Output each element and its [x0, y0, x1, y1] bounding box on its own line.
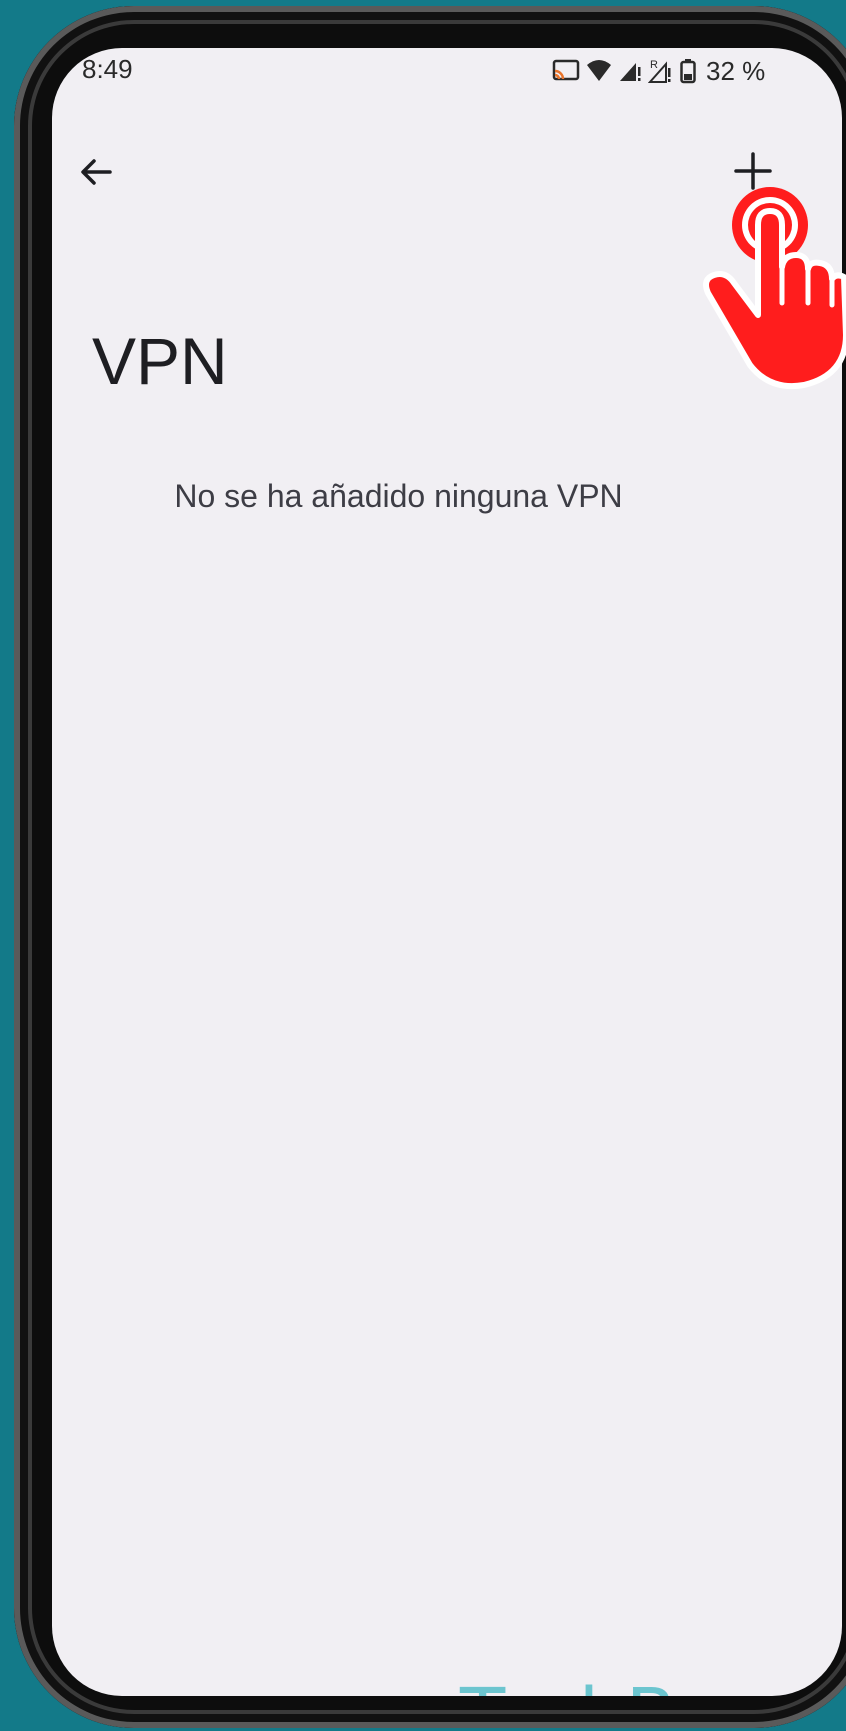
arrow-left-icon [81, 159, 112, 185]
tap-hand-pointer-icon [700, 185, 846, 395]
status-icons: R 32 % [552, 54, 765, 88]
roaming-signal-icon: R [648, 58, 674, 84]
wifi-icon [586, 59, 612, 83]
status-time: 8:49 [82, 54, 133, 84]
battery-percent: 32 % [706, 55, 766, 86]
signal-icon [618, 59, 642, 83]
battery-icon [680, 58, 696, 84]
cast-icon [552, 59, 580, 83]
status-bar: 8:49 R 32 % [52, 48, 842, 108]
back-button[interactable] [74, 150, 118, 194]
empty-state-message: No se ha añadido ninguna VPN [174, 478, 623, 514]
page-title: VPN [92, 324, 228, 398]
svg-text:R: R [650, 59, 658, 71]
watermark-logo: TechBone [460, 1673, 814, 1696]
